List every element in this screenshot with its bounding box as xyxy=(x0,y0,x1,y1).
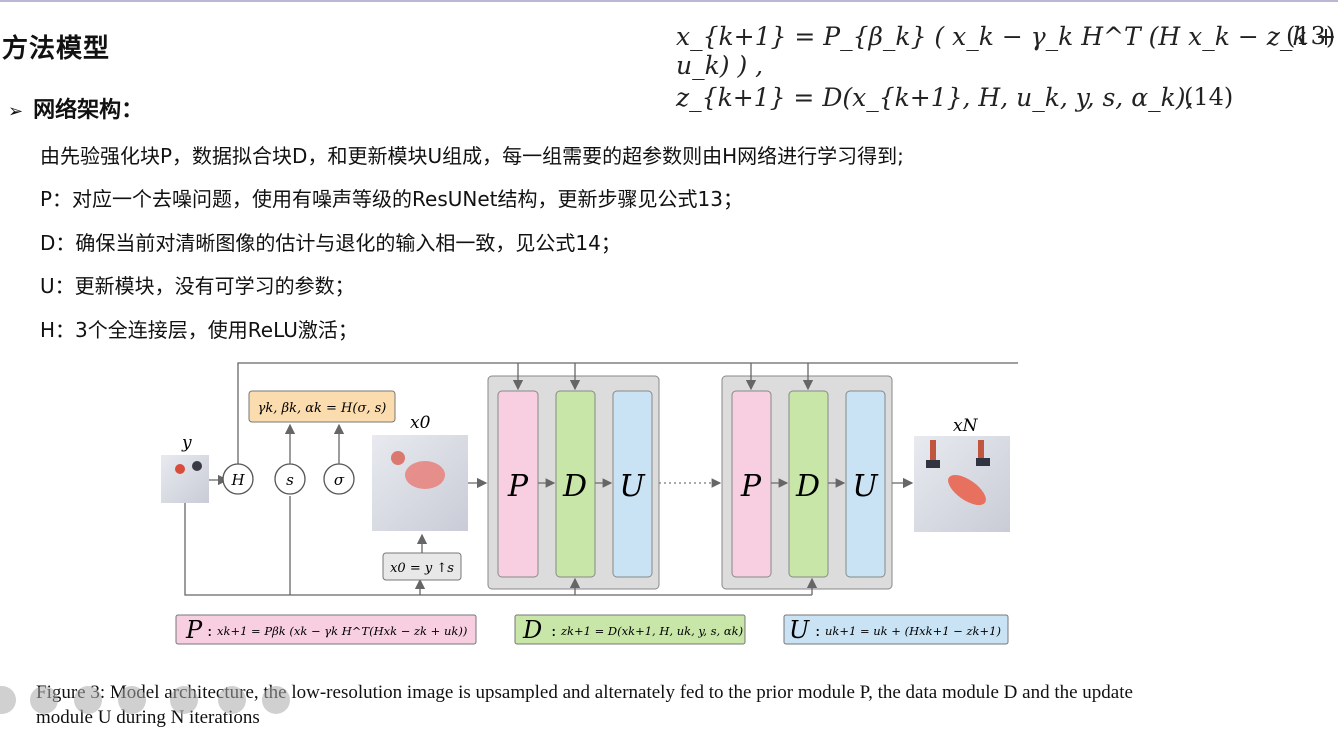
h-circle-label: H xyxy=(230,471,245,489)
blockn-p-label: P xyxy=(740,469,762,504)
laser-icon[interactable] xyxy=(74,686,102,714)
block1-p-label: P xyxy=(507,469,529,504)
output-label: xN xyxy=(953,416,979,436)
svg-text::: : xyxy=(815,621,820,640)
hyperparameter-formula: γk, βk, αk = H(σ, s) xyxy=(258,401,387,416)
screen-icon[interactable] xyxy=(170,686,198,714)
block1-d-label: D xyxy=(562,469,587,504)
menu-icon[interactable] xyxy=(0,686,16,714)
upsample-formula: x0 = y ↑s xyxy=(390,561,454,576)
legend-prior-symbol: P xyxy=(185,616,203,644)
blockn-d-label: D xyxy=(795,469,820,504)
legend-prior-formula: xk+1 = Pβk (xk − γk H^T(Hxk − zk + uk)) xyxy=(217,624,467,638)
svg-text::: : xyxy=(551,621,556,640)
pen-icon[interactable] xyxy=(30,686,58,714)
video-icon[interactable] xyxy=(118,686,146,714)
architecture-figure: y H s σ γk, βk, αk = H(σ, s) x0 x0 = y ↑… xyxy=(161,362,1018,645)
sigma-circle-label: σ xyxy=(334,471,345,489)
more-icon[interactable] xyxy=(218,686,246,714)
block1-u-label: U xyxy=(619,469,646,504)
legend-data-symbol: D xyxy=(522,616,542,644)
legend-update-formula: uk+1 = uk + (Hxk+1 − zk+1) xyxy=(825,624,1001,638)
presentation-toolbar xyxy=(0,686,300,716)
blockn-u-label: U xyxy=(852,469,879,504)
x0-label: x0 xyxy=(410,413,431,433)
input-image xyxy=(161,455,209,503)
s-circle-label: s xyxy=(286,471,294,489)
input-label: y xyxy=(181,433,192,453)
svg-text::: : xyxy=(207,621,212,640)
legend-data-formula: zk+1 = D(xk+1, H, uk, y, s, αk) xyxy=(560,624,743,638)
legend-update-symbol: U xyxy=(789,616,810,644)
back-icon[interactable] xyxy=(262,686,290,714)
